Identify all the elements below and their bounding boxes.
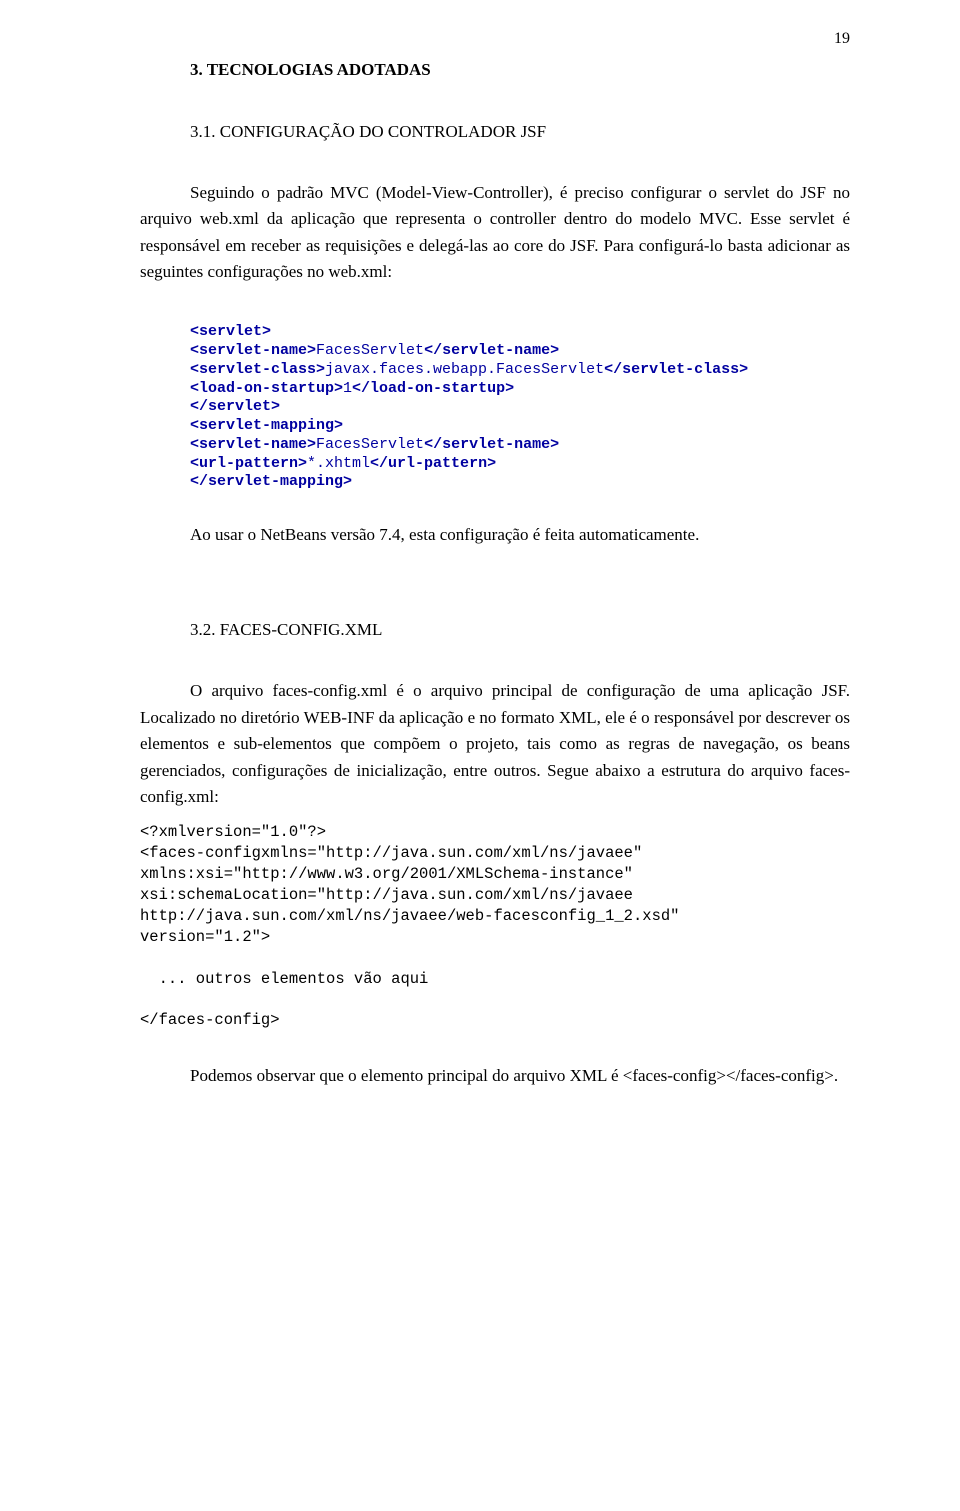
subsection-3-1-title: 3.1. CONFIGURAÇÃO DO CONTROLADOR JSF xyxy=(190,122,850,142)
section-title: 3. TECNOLOGIAS ADOTADAS xyxy=(190,60,850,80)
paragraph-3-2-note: Podemos observar que o elemento principa… xyxy=(140,1063,850,1089)
paragraph-3-2-intro: O arquivo faces-config.xml é o arquivo p… xyxy=(140,678,850,810)
paragraph-3-1-intro: Seguindo o padrão MVC (Model-View-Contro… xyxy=(140,180,850,285)
code-block-facesconfig: <?xmlversion="1.0"?> <faces-configxmlns=… xyxy=(140,822,850,1031)
paragraph-3-1-note: Ao usar o NetBeans versão 7.4, esta conf… xyxy=(140,522,850,548)
subsection-3-2-title: 3.2. FACES-CONFIG.XML xyxy=(190,620,850,640)
code-block-webxml: <servlet> <servlet-name>FacesServlet</se… xyxy=(190,323,850,492)
page-number: 19 xyxy=(834,30,850,48)
